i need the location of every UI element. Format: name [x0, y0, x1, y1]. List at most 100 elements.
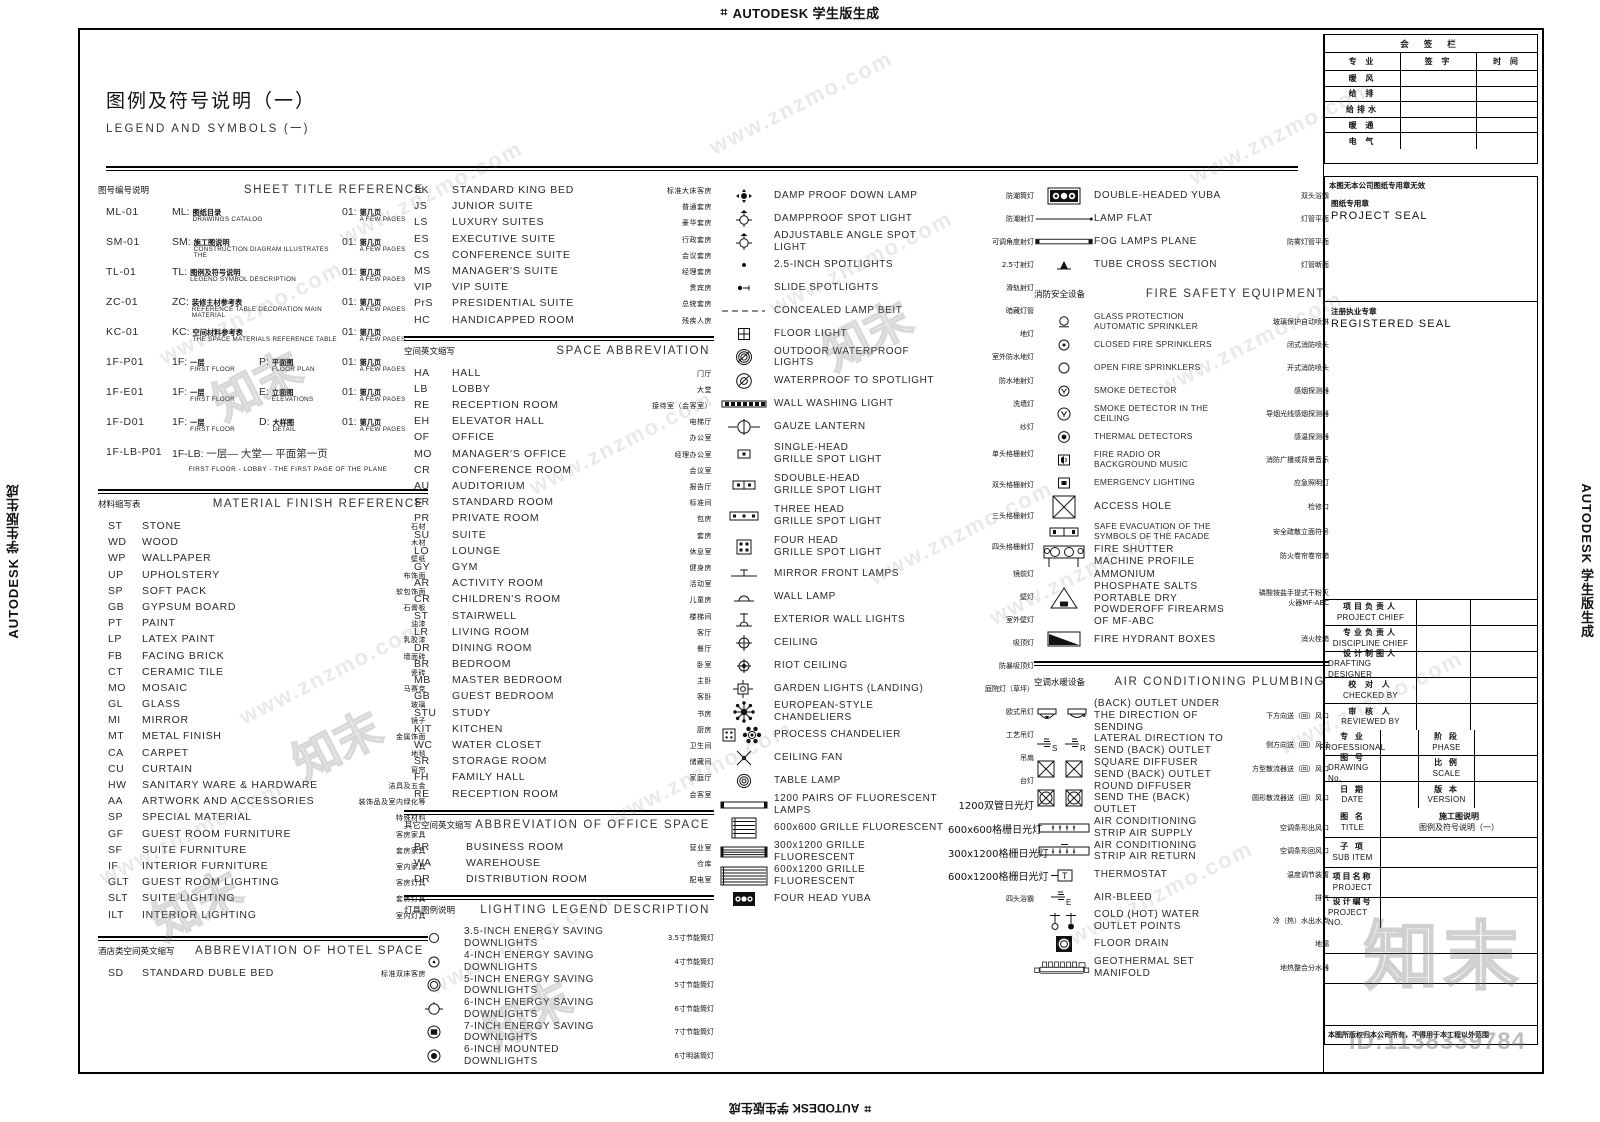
autodesk-banner-top: ⌗ AUTODESK 学生版生成	[0, 0, 1600, 24]
ref-block: 01: 第几页 A FEW PAGES	[342, 206, 405, 223]
symbol-label-en: (BACK) OUTLET UNDER THE DIRECTION OF SEN…	[1094, 697, 1220, 733]
ac-strip-air-return-icon	[1034, 843, 1094, 859]
wide-value[interactable]	[1381, 868, 1537, 897]
symbol-label-cn: 防潮筒灯	[1006, 191, 1034, 200]
lighting-legend-rows: 3.5-INCH ENERGY SAVING DOWNLIGHTS 3.5寸节能…	[404, 926, 714, 1068]
section-en-label: ABBREVIATION OF HOTEL SPACE	[195, 944, 424, 957]
symbol-row: COLD (HOT) WATER OUTLET POINTS 冷（热）水出水点	[1034, 909, 1329, 933]
field-value[interactable]	[1417, 652, 1471, 677]
field-value[interactable]	[1417, 626, 1471, 651]
symbol-label-en: OUTDOOR WATERPROOF LIGHTS	[774, 345, 910, 369]
title-block-wide-row: 图 名 TITLE 施工图说明 图例及符号说明（一）	[1325, 808, 1537, 838]
safe-evacuation-symbol-icon	[1034, 526, 1094, 538]
symbol-label-en: AIR-BLEED	[1094, 891, 1153, 903]
symbol-row: FOUR HEAD GRILLE SPOT LIGHT 四头格栅射灯	[714, 531, 1034, 562]
downlight-3p5-icon	[404, 929, 464, 947]
section-en-label: AIR CONDITIONING PLUMBING	[1114, 675, 1325, 688]
symbol-label-en: PROCESS CHANDELIER	[774, 729, 901, 741]
registered-seal-box: 注册执业专章 REGISTERED SEAL	[1324, 302, 1538, 600]
field-value-extra[interactable]	[1471, 678, 1537, 703]
abbr-row: DR DINING ROOM 餐厅	[404, 642, 714, 658]
abbr-label-en: GUEST ROOM LIGHTING	[142, 876, 280, 889]
ref-text: 第几页 A FEW PAGES	[360, 359, 406, 373]
symbol-label-cn: 玻璃保护自动喷淋	[1273, 317, 1329, 326]
double-head-grille-spot-light-icon	[714, 478, 774, 492]
signature-name-cell[interactable]	[1401, 86, 1477, 102]
abbr-row: CT CERAMIC TILE 瓷砖	[98, 666, 428, 682]
divider-hotel-space	[98, 935, 428, 938]
round-diffuser-icon	[1034, 787, 1094, 809]
pair-value-left[interactable]	[1381, 756, 1419, 781]
wide-label-en: PROJECT NO.	[1328, 907, 1368, 928]
fire-shutter-machine-profile-icon	[1034, 543, 1094, 569]
grille-fluorescent-300x1200-icon	[714, 845, 774, 859]
blank-cell	[1325, 954, 1537, 983]
symbol-label-cn: 三头格栅射灯	[992, 511, 1034, 520]
abbr-code: SK	[414, 184, 430, 196]
abbr-label-cn: 包房	[697, 515, 712, 524]
signature-date-cell[interactable]	[1477, 71, 1537, 86]
abbr-row: AA ARTWORK AND ACCESSORIES 装饰品及室内绿化等	[98, 795, 428, 811]
signature-date-cell[interactable]	[1477, 87, 1537, 102]
wide-value[interactable]	[1381, 898, 1537, 928]
symbol-label-cn: 台灯	[1020, 777, 1034, 786]
pair-value-right[interactable]	[1475, 756, 1537, 781]
symbol-row: WALL LAMP 壁灯	[714, 585, 1034, 608]
symbol-label-en: 5-INCH ENERGY SAVING DOWNLIGHTS	[464, 973, 594, 997]
pair-value-right[interactable]	[1475, 730, 1537, 755]
sheet-title-reference-row: SM-01 SM: 施工图说明 CONSTRUCTION DIAGRAM ILL…	[98, 236, 428, 266]
ref-block: E: 立面图 ELEVATIONS	[259, 386, 314, 403]
signature-date-cell[interactable]	[1477, 133, 1537, 149]
abbr-row: EH ELEVATOR HALL 电梯厅	[404, 415, 714, 431]
field-value[interactable]	[1417, 704, 1471, 730]
abbr-code: LO	[414, 544, 430, 557]
field-value[interactable]	[1417, 600, 1471, 625]
field-value-extra[interactable]	[1471, 626, 1537, 651]
field-value[interactable]	[1417, 678, 1471, 703]
abbr-row: WD WOOD 木材	[98, 536, 428, 552]
symbol-label-en: GLASS PROTECTION AUTOMATIC SPRINKLER	[1094, 310, 1199, 331]
symbol-label-cn: 4寸节能筒灯	[674, 957, 714, 966]
symbol-label-cn: 灯管断面	[1301, 260, 1329, 269]
riot-ceiling-icon	[714, 656, 774, 676]
divider-space-abbr	[404, 335, 714, 338]
pair-label-left-en: DATE	[1341, 795, 1364, 804]
abbr-code: ES	[414, 232, 430, 245]
signature-name-cell[interactable]	[1401, 102, 1477, 117]
wide-value[interactable]: 施工图说明 图例及符号说明（一）	[1381, 808, 1537, 837]
pair-value-left[interactable]	[1381, 782, 1419, 808]
pair-value-right[interactable]	[1475, 782, 1537, 808]
field-label-en: PROJECT CHIEF	[1336, 612, 1405, 622]
section-en-label: LIGHTING LEGEND DESCRIPTION	[480, 904, 710, 917]
title-rule-secondary	[106, 170, 1298, 171]
symbol-label-cn: 侧方向送（回）风口	[1266, 741, 1329, 750]
signature-name-cell[interactable]	[1401, 71, 1477, 86]
wide-value[interactable]	[1381, 838, 1537, 867]
symbol-label-en: DAMP PROOF DOWN LAMP	[774, 189, 918, 201]
symbol-label-cn: 消火栓箱	[1301, 635, 1329, 644]
ref-block: KC: 空间材料参考表 THE SPACE MATERIALS REFERENC…	[172, 326, 337, 343]
symbol-row: ACCESS HOLE 检修口	[1034, 494, 1329, 520]
title-rule	[106, 166, 1298, 168]
outdoor-waterproof-lights-icon	[714, 347, 774, 367]
pair-value-left[interactable]	[1381, 730, 1419, 755]
ref-en: DRAWINGS CATALOG	[192, 215, 263, 223]
title-block-pair-row: 图 号 DRAWING No. 比 例 SCALE	[1325, 753, 1537, 783]
abbr-row: SF SUITE FURNITURE 套房家具	[98, 844, 428, 860]
signature-date-cell[interactable]	[1477, 102, 1537, 117]
abbr-code: OF	[414, 431, 430, 444]
abbr-code: IF	[108, 859, 119, 872]
field-value-extra[interactable]	[1471, 652, 1537, 677]
field-value-extra[interactable]	[1471, 704, 1537, 730]
field-value-extra[interactable]	[1471, 600, 1537, 625]
symbol-row: 2.5-INCH SPOTLIGHTS 2.5寸射灯	[714, 254, 1034, 277]
ref-text: 大样图 DETAIL	[273, 419, 296, 433]
signature-name-cell[interactable]	[1401, 133, 1477, 149]
signature-name-cell[interactable]	[1401, 117, 1477, 133]
signature-date-cell[interactable]	[1477, 118, 1537, 133]
sheet-title-reference-row: KC-01 KC: 空间材料参考表 THE SPACE MATERIALS RE…	[98, 326, 428, 356]
abbr-label-en: STONE	[142, 520, 182, 532]
abbr-label-en: VIP SUITE	[452, 281, 509, 294]
symbol-row: E AIR-BLEED 排气	[1034, 886, 1329, 909]
section-header-fire-safety: 消防安全设备 FIRE SAFETY EQUIPMENT	[1034, 288, 1329, 308]
